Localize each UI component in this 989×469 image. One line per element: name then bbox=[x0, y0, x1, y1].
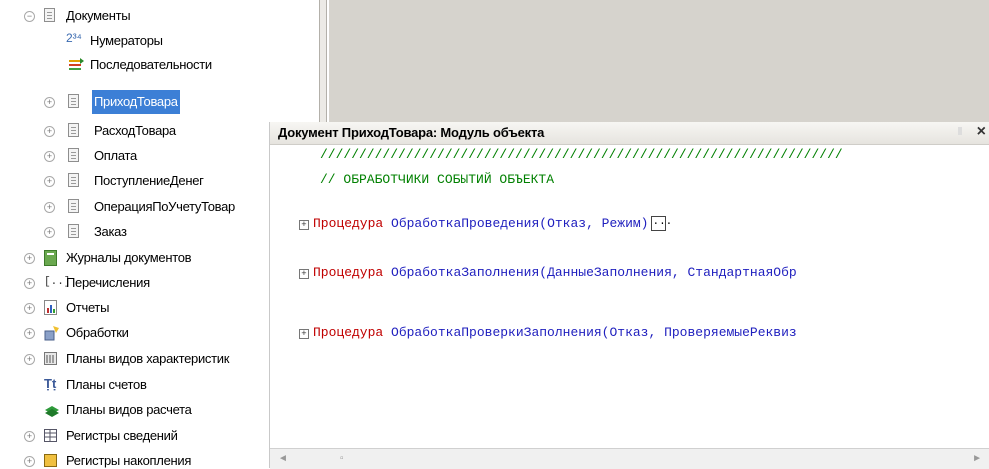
tree-item-label: Нумераторы bbox=[90, 33, 163, 48]
tree-item-label: Перечисления bbox=[66, 275, 150, 290]
tree-item-numerators[interactable]: 2³⁴ Нумераторы bbox=[0, 29, 318, 53]
tree-item-documents[interactable]: − Документы bbox=[0, 4, 318, 28]
expand-icon[interactable]: + bbox=[24, 253, 35, 264]
scroll-thumb[interactable]: ▫ bbox=[340, 453, 344, 464]
expand-icon[interactable]: + bbox=[24, 278, 35, 289]
collapsed-block-marker[interactable]: ... bbox=[651, 216, 672, 232]
enum-icon: [..] bbox=[44, 276, 71, 288]
document-icon bbox=[68, 123, 79, 137]
procedure-args: (ДанныеЗаполнения, СтандартнаяОбр bbox=[539, 265, 797, 280]
accounts-icon: Ṭṭ bbox=[44, 376, 57, 391]
tree-item-label: ОперацияПоУчетуТовар bbox=[94, 199, 235, 214]
procedure-keyword: Процедура bbox=[313, 325, 384, 340]
procedure-name: ОбработкаЗаполнения bbox=[391, 265, 540, 280]
pin-icon[interactable] bbox=[958, 127, 962, 135]
calc-types-icon bbox=[44, 402, 59, 418]
expand-icon[interactable]: + bbox=[24, 303, 35, 314]
report-icon bbox=[44, 300, 58, 316]
info-register-icon bbox=[44, 428, 58, 444]
tree-item-label: Планы видов характеристик bbox=[66, 351, 230, 366]
tree-item-label: Регистры сведений bbox=[66, 428, 178, 443]
window-title: Документ ПриходТовара: Модуль объекта bbox=[278, 125, 545, 140]
tree-item-label: Заказ bbox=[94, 224, 127, 239]
document-icon bbox=[68, 173, 79, 187]
tree-item-prikhod-tovara[interactable]: + ПриходТовара bbox=[0, 90, 318, 114]
tree-item-label: Документы bbox=[66, 8, 131, 23]
expand-icon[interactable]: + bbox=[44, 227, 55, 238]
procedure-name: ОбработкаПроведения bbox=[391, 216, 540, 231]
document-icon bbox=[68, 148, 79, 162]
procedure-args: (Отказ, Режим) bbox=[539, 216, 649, 231]
fold-expand-icon[interactable]: + bbox=[299, 269, 309, 279]
tree-item-label: ПоступлениеДенег bbox=[94, 173, 204, 188]
tree-item-sequences[interactable]: Последовательности bbox=[0, 53, 318, 77]
document-icon bbox=[68, 224, 79, 238]
tree-item-label: Планы счетов bbox=[66, 377, 147, 392]
processing-icon bbox=[44, 325, 59, 341]
expand-icon[interactable]: + bbox=[24, 354, 35, 365]
procedure-name: ОбработкаПроверкиЗаполнения bbox=[391, 325, 602, 340]
horizontal-scrollbar[interactable]: ◄ ▫ ► bbox=[270, 448, 989, 469]
code-comment-heading[interactable]: // ОБРАБОТЧИКИ СОБЫТИЙ ОБЪЕКТА bbox=[320, 172, 554, 187]
fold-expand-icon[interactable]: + bbox=[299, 220, 309, 230]
code-procedure-line[interactable]: Процедура ОбработкаПроведения(Отказ, Реж… bbox=[313, 216, 672, 232]
expand-icon[interactable]: + bbox=[24, 456, 35, 467]
sequence-icon bbox=[68, 57, 84, 73]
procedure-keyword: Процедура bbox=[313, 265, 384, 280]
chart-types-icon bbox=[44, 351, 58, 367]
window-titlebar[interactable]: Документ ПриходТовара: Модуль объекта × bbox=[270, 122, 989, 145]
tree-item-label: Отчеты bbox=[66, 300, 110, 315]
expand-icon[interactable]: + bbox=[44, 97, 55, 108]
procedure-keyword: Процедура bbox=[313, 216, 384, 231]
expand-icon[interactable]: + bbox=[44, 202, 55, 213]
scroll-right-icon[interactable]: ► bbox=[972, 453, 982, 464]
expand-icon[interactable]: + bbox=[24, 431, 35, 442]
journal-icon bbox=[44, 250, 58, 266]
code-comment-line[interactable]: ////////////////////////////////////////… bbox=[320, 147, 843, 162]
expand-icon[interactable]: + bbox=[44, 126, 55, 137]
tree-item-label: Планы видов расчета bbox=[66, 402, 192, 417]
close-icon[interactable]: × bbox=[977, 123, 986, 141]
procedure-args: (Отказ, ПроверяемыеРеквиз bbox=[601, 325, 797, 340]
tree-item-label: Оплата bbox=[94, 148, 137, 163]
collapse-icon[interactable]: − bbox=[24, 11, 35, 22]
numerator-icon: 2³⁴ bbox=[66, 31, 82, 45]
fold-expand-icon[interactable]: + bbox=[299, 329, 309, 339]
doc-folder-icon bbox=[44, 8, 55, 22]
editor-gutter bbox=[270, 145, 292, 448]
document-icon bbox=[68, 94, 79, 108]
accum-register-icon bbox=[44, 453, 58, 468]
scroll-left-icon[interactable]: ◄ bbox=[278, 453, 288, 464]
tree-item-label: Журналы документов bbox=[66, 250, 192, 265]
module-editor-window: Документ ПриходТовара: Модуль объекта × … bbox=[269, 122, 989, 469]
expand-icon[interactable]: + bbox=[44, 151, 55, 162]
tree-item-label: Последовательности bbox=[90, 57, 212, 72]
expand-icon[interactable]: + bbox=[24, 328, 35, 339]
workspace-background bbox=[329, 0, 989, 122]
document-icon bbox=[68, 199, 79, 213]
code-procedure-line[interactable]: Процедура ОбработкаЗаполнения(ДанныеЗапо… bbox=[313, 265, 797, 280]
tree-item-label: Регистры накопления bbox=[66, 453, 192, 468]
tree-item-label: РасходТовара bbox=[94, 123, 176, 138]
expand-icon[interactable]: + bbox=[44, 176, 55, 187]
tree-item-label: Обработки bbox=[66, 325, 129, 340]
tree-item-label: ПриходТовара bbox=[92, 90, 180, 114]
code-procedure-line[interactable]: Процедура ОбработкаПроверкиЗаполнения(От… bbox=[313, 325, 797, 340]
